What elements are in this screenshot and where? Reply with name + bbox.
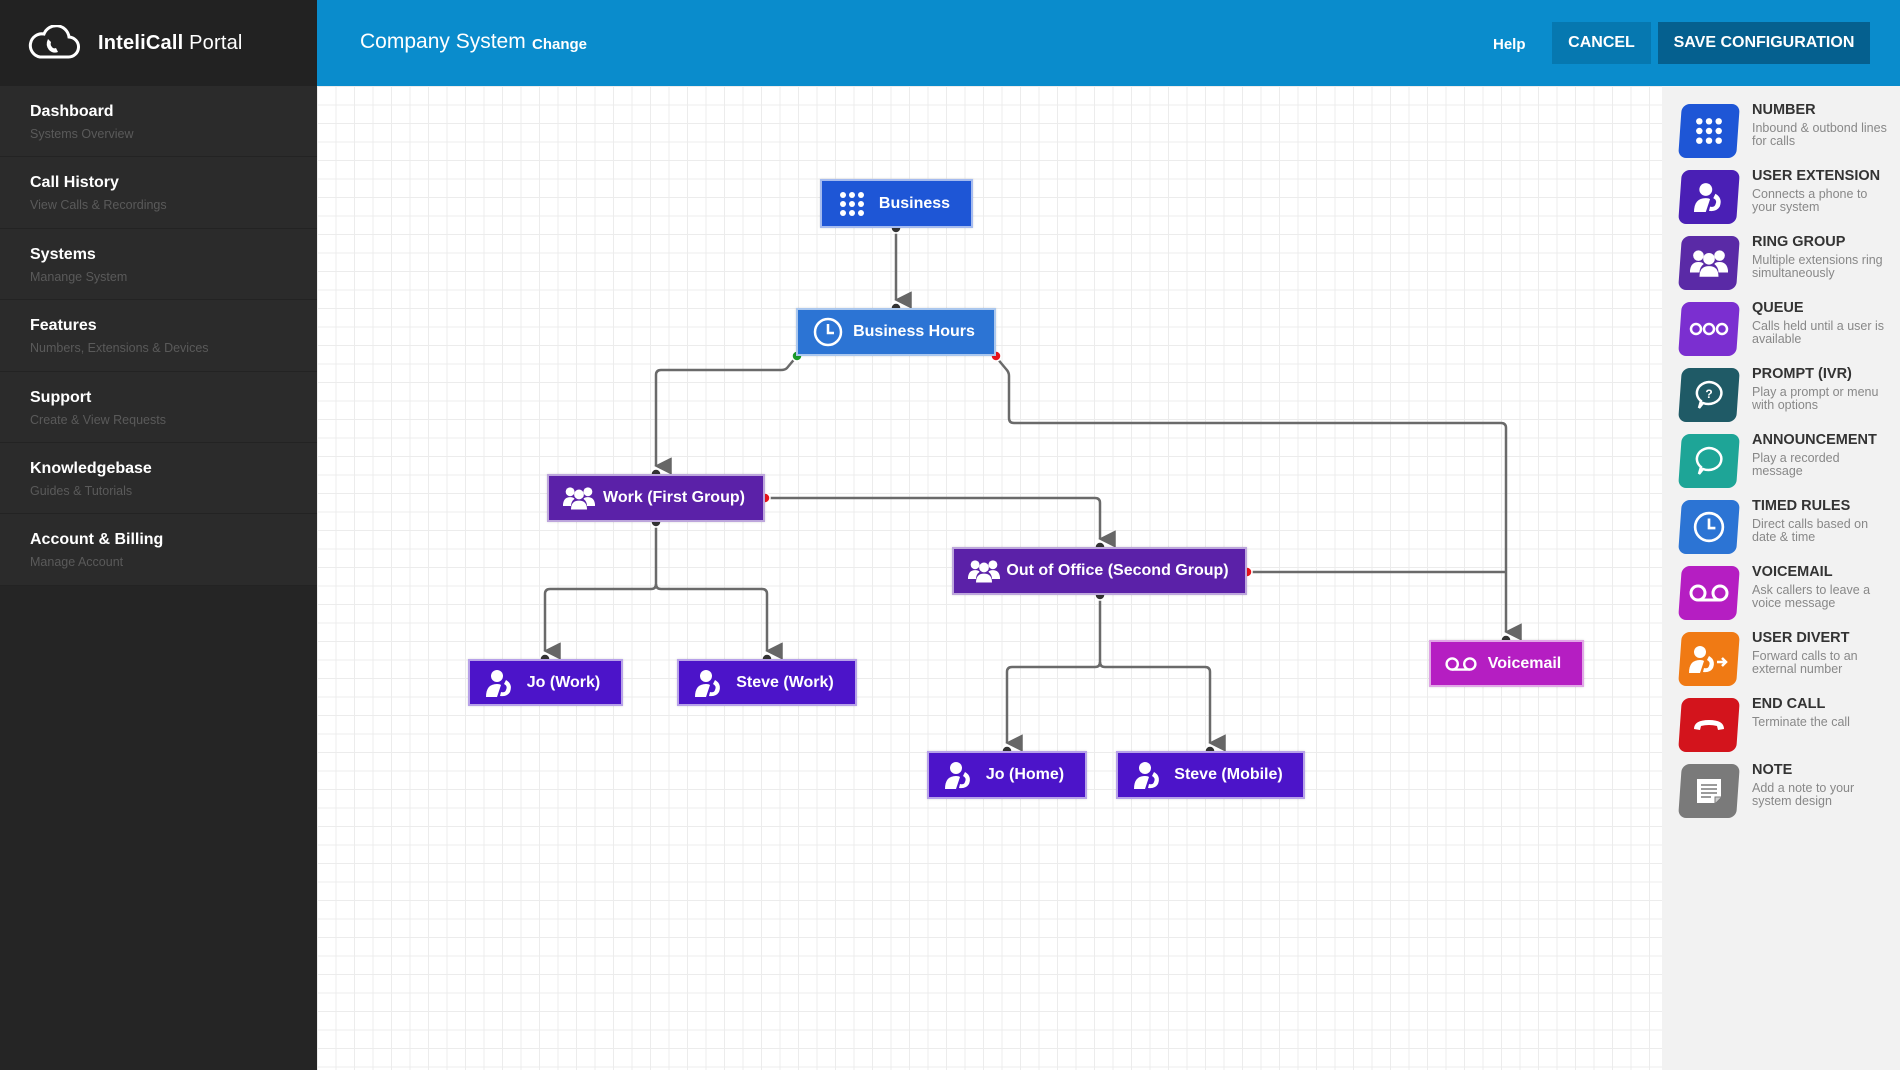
- sidebar: InteliCall Portal Dashboard Systems Over…: [0, 0, 317, 1070]
- sidebar-item-subtitle: Create & View Requests: [30, 412, 166, 427]
- palette-item-description: Multiple extensions ring simultaneously: [1752, 253, 1883, 280]
- palette-item-title: END CALL: [1752, 696, 1826, 712]
- node-out-of-office[interactable]: Out of Office (Second Group): [952, 547, 1247, 595]
- palette-item-title: USER EXTENSION: [1752, 168, 1881, 184]
- palette-item-user-extension[interactable]: USER EXTENSION Connects a phone to your …: [1678, 166, 1900, 228]
- sidebar-item-systems[interactable]: Systems Manange System: [0, 228, 317, 301]
- sidebar-item-account-billing[interactable]: Account & Billing Manage Account: [0, 514, 317, 586]
- node-business-hours[interactable]: Business Hours: [796, 308, 996, 356]
- sidebar-item-title: Support: [30, 388, 92, 406]
- sidebar-item-subtitle: Systems Overview: [30, 127, 134, 141]
- clock-icon: [1678, 500, 1740, 554]
- brand-name: InteliCall Portal: [98, 31, 243, 54]
- sidebar-item-knowledgebase[interactable]: Knowledgebase Guides & Tutorials: [0, 442, 317, 515]
- sidebar-item-subtitle: Guides & Tutorials: [30, 483, 133, 498]
- palette-item-title: RING GROUP: [1752, 234, 1846, 250]
- cloud-phone-logo-icon: [28, 25, 80, 59]
- palette-item-title: PROMPT (IVR): [1752, 366, 1852, 382]
- clock-icon: [812, 317, 844, 347]
- palette-item-ring-group[interactable]: RING GROUP Multiple extensions ring simu…: [1678, 232, 1900, 294]
- node-jo-work[interactable]: Jo (Work): [468, 659, 623, 706]
- sidebar-item-features[interactable]: Features Numbers, Extensions & Devices: [0, 300, 317, 372]
- palette-item-description: Play a prompt or menu with options: [1752, 385, 1879, 412]
- brand[interactable]: InteliCall Portal: [0, 0, 317, 86]
- palette-item-announcement[interactable]: ANNOUNCEMENT Play a recorded message: [1678, 430, 1900, 492]
- keypad-icon: [836, 190, 868, 218]
- sidebar-item-title: Knowledgebase: [30, 459, 152, 477]
- sidebar-item-support[interactable]: Support Create & View Requests: [0, 371, 317, 443]
- sidebar-item-dashboard[interactable]: Dashboard Systems Overview: [0, 86, 317, 158]
- node-jo-home[interactable]: Jo (Home): [927, 751, 1087, 799]
- palette-item-description: Add a note to your system design: [1752, 781, 1855, 808]
- speech-bubble-icon: [1678, 434, 1740, 488]
- sidebar-item-subtitle: View Calls & Recordings: [30, 198, 167, 213]
- hangup-icon: [1678, 698, 1740, 752]
- palette-item-title: TIMED RULES: [1752, 498, 1851, 514]
- group-icon: [1678, 236, 1740, 290]
- palette-item-description: Direct calls based on date & time: [1752, 517, 1869, 544]
- sidebar-item-title: Systems: [30, 245, 96, 263]
- node-steve-work[interactable]: Steve (Work): [677, 659, 857, 706]
- palette-item-prompt-ivr[interactable]: ? PROMPT (IVR) Play a prompt or menu wit…: [1678, 364, 1900, 426]
- sidebar-item-title: Account & Billing: [30, 531, 164, 549]
- node-voicemail[interactable]: Voicemail: [1429, 640, 1584, 687]
- palette-item-description: Play a recorded message: [1752, 451, 1840, 478]
- user-phone-icon: [1678, 170, 1740, 224]
- palette-item-voicemail[interactable]: VOICEMAIL Ask callers to leave a voice m…: [1678, 562, 1900, 624]
- palette-item-user-divert[interactable]: USER DIVERT Forward calls to an external…: [1678, 628, 1900, 690]
- user-phone-icon: [943, 761, 975, 789]
- system-title: Company System: [360, 30, 526, 53]
- sidebar-item-subtitle: Numbers, Extensions & Devices: [30, 341, 209, 356]
- palette-item-number[interactable]: NUMBER Inbound & outbond lines for calls: [1678, 100, 1900, 162]
- group-icon: [563, 484, 595, 512]
- palette-item-title: USER DIVERT: [1752, 630, 1850, 646]
- palette-item-title: QUEUE: [1752, 300, 1804, 316]
- palette-item-description: Ask callers to leave a voice message: [1752, 583, 1871, 610]
- sidebar-item-call-history[interactable]: Call History View Calls & Recordings: [0, 157, 317, 229]
- change-system-link[interactable]: Change: [532, 36, 587, 53]
- app: InteliCall Portal Dashboard Systems Over…: [0, 0, 1900, 1070]
- palette-item-title: NUMBER: [1752, 102, 1816, 118]
- queue-dots-icon: [1678, 302, 1740, 356]
- sidebar-item-title: Dashboard: [30, 103, 114, 120]
- sidebar-item-subtitle: Manange System: [30, 269, 128, 284]
- help-link[interactable]: Help: [1493, 36, 1526, 53]
- voicemail-icon: [1445, 650, 1477, 678]
- voicemail-icon: [1678, 566, 1740, 620]
- group-icon: [968, 557, 1000, 585]
- palette-item-description: Terminate the call: [1752, 715, 1850, 729]
- palette-item-title: VOICEMAIL: [1752, 564, 1833, 580]
- sidebar-item-title: Call History: [30, 174, 119, 192]
- palette-item-end-call[interactable]: END CALL Terminate the call: [1678, 694, 1900, 756]
- palette-item-title: ANNOUNCEMENT: [1752, 432, 1877, 448]
- sidebar-nav: Dashboard Systems Overview Call History …: [0, 86, 317, 586]
- sidebar-item-subtitle: Manage Account: [30, 555, 124, 570]
- node-steve-mobile[interactable]: Steve (Mobile): [1116, 751, 1305, 799]
- node-business[interactable]: Business: [820, 179, 973, 228]
- palette-item-note[interactable]: NOTE Add a note to your system design: [1678, 760, 1900, 822]
- user-divert-icon: [1678, 632, 1740, 686]
- palette-item-queue[interactable]: QUEUE Calls held until a user is availab…: [1678, 298, 1900, 360]
- sidebar-item-title: Features: [30, 317, 97, 335]
- user-phone-icon: [484, 669, 516, 697]
- palette-item-title: NOTE: [1752, 762, 1793, 778]
- note-icon: [1678, 764, 1740, 818]
- palette-item-description: Forward calls to an external number: [1752, 649, 1858, 676]
- palette-item-timed-rules[interactable]: TIMED RULES Direct calls based on date &…: [1678, 496, 1900, 558]
- keypad-icon: [1678, 104, 1740, 158]
- user-phone-icon: [693, 669, 725, 697]
- user-phone-icon: [1132, 761, 1164, 789]
- palette-item-description: Connects a phone to your system: [1752, 187, 1868, 214]
- palette-item-description: Calls held until a user is available: [1752, 319, 1885, 346]
- svg-text:?: ?: [1705, 387, 1712, 401]
- save-configuration-button[interactable]: SAVE CONFIGURATION: [1658, 22, 1870, 64]
- component-palette: NUMBER Inbound & outbond lines for calls…: [1662, 86, 1900, 1070]
- palette-item-description: Inbound & outbond lines for calls: [1752, 121, 1887, 148]
- question-bubble-icon: ?: [1678, 368, 1740, 422]
- node-work-group[interactable]: Work (First Group): [547, 474, 765, 522]
- top-header: Company System Change Help CANCEL SAVE C…: [317, 0, 1900, 86]
- cancel-button[interactable]: CANCEL: [1552, 22, 1651, 64]
